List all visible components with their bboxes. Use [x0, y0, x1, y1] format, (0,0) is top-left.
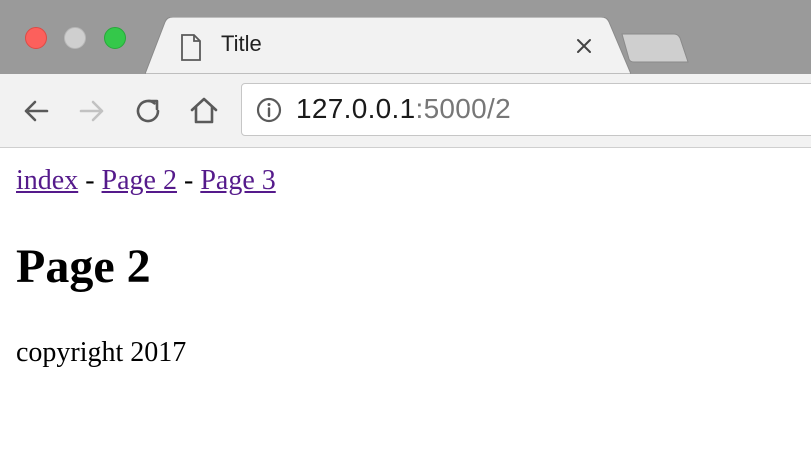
- new-tab-button[interactable]: [620, 32, 690, 64]
- arrow-left-icon[interactable]: [19, 94, 53, 128]
- tab-title: Title: [221, 31, 262, 56]
- nav-separator: -: [85, 165, 95, 196]
- window-titlebar: Title: [0, 0, 811, 74]
- close-icon[interactable]: [573, 35, 595, 57]
- browser-toolbar: 127.0.0.1:5000/2: [0, 74, 811, 148]
- document-icon: [181, 34, 201, 61]
- window-maximize-button[interactable]: [104, 27, 126, 49]
- nav-link-page-3[interactable]: Page 3: [200, 165, 275, 196]
- browser-tab-active[interactable]: Title: [145, 17, 631, 74]
- home-icon[interactable]: [187, 94, 221, 128]
- url-text[interactable]: 127.0.0.1:5000/2: [296, 93, 511, 125]
- page-title: Page 2: [16, 240, 151, 293]
- nav-link-index[interactable]: index: [16, 165, 78, 196]
- page-nav: index - Page 2 - Page 3: [16, 164, 796, 198]
- url-path: :5000/2: [415, 93, 512, 124]
- tab-background: [145, 17, 631, 74]
- nav-link-page-2[interactable]: Page 2: [102, 165, 177, 196]
- info-icon[interactable]: [256, 97, 282, 123]
- window-close-button[interactable]: [25, 27, 47, 49]
- reload-icon[interactable]: [131, 94, 165, 128]
- copyright-text: copyright 2017: [16, 337, 187, 368]
- url-host: 127.0.0.1: [296, 93, 416, 124]
- page-content: index - Page 2 - Page 3 Page 2 copyright…: [16, 164, 796, 370]
- address-bar[interactable]: 127.0.0.1:5000/2: [241, 83, 811, 136]
- window-minimize-button[interactable]: [64, 27, 86, 49]
- arrow-right-icon[interactable]: [75, 94, 109, 128]
- nav-separator: -: [183, 165, 194, 196]
